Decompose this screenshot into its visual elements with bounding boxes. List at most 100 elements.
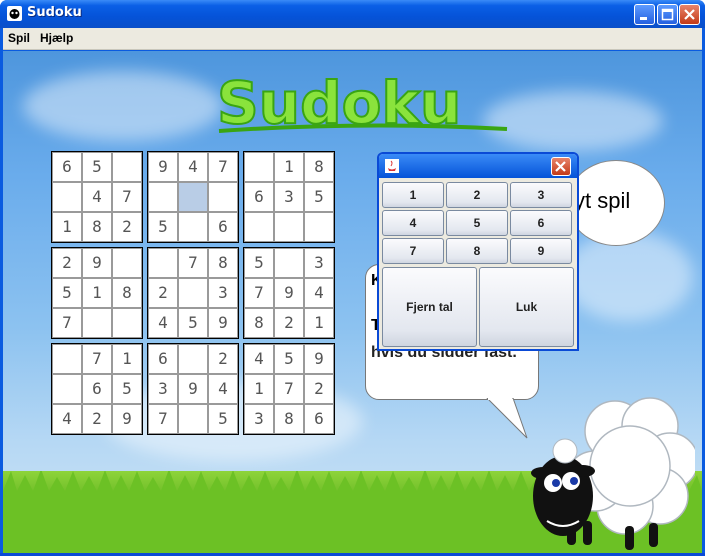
sudoku-cell[interactable]: 3 — [208, 278, 238, 308]
sudoku-cell[interactable] — [178, 404, 208, 434]
dialog-close-button[interactable] — [551, 157, 571, 176]
sudoku-cell[interactable]: 3 — [244, 404, 274, 434]
sudoku-cell[interactable]: 7 — [52, 308, 82, 338]
sudoku-cell[interactable] — [148, 182, 178, 212]
sudoku-cell[interactable]: 5 — [304, 182, 334, 212]
sudoku-cell[interactable]: 7 — [178, 248, 208, 278]
new-game-label[interactable]: yt spil — [574, 188, 630, 214]
sudoku-cell[interactable] — [52, 374, 82, 404]
sudoku-cell[interactable]: 5 — [208, 404, 238, 434]
sudoku-cell[interactable]: 5 — [274, 344, 304, 374]
sudoku-cell[interactable]: 1 — [82, 278, 112, 308]
number-button-5[interactable]: 5 — [446, 210, 508, 236]
sudoku-cell[interactable]: 7 — [82, 344, 112, 374]
sudoku-cell[interactable] — [178, 212, 208, 242]
sudoku-cell[interactable]: 1 — [112, 344, 142, 374]
sudoku-cell[interactable]: 5 — [148, 212, 178, 242]
sudoku-cell[interactable]: 6 — [82, 374, 112, 404]
sudoku-cell[interactable] — [304, 212, 334, 242]
remove-number-button[interactable]: Fjern tal — [382, 267, 477, 347]
sudoku-cell[interactable]: 4 — [244, 344, 274, 374]
sudoku-cell[interactable]: 5 — [82, 152, 112, 182]
sudoku-cell[interactable] — [178, 182, 208, 212]
sudoku-cell[interactable] — [112, 308, 142, 338]
sudoku-cell[interactable] — [244, 152, 274, 182]
sudoku-cell[interactable]: 6 — [244, 182, 274, 212]
number-button-2[interactable]: 2 — [446, 182, 508, 208]
minimize-button[interactable] — [634, 4, 655, 25]
sudoku-cell[interactable]: 6 — [148, 344, 178, 374]
sudoku-cell[interactable]: 2 — [82, 404, 112, 434]
sudoku-cell[interactable]: 4 — [304, 278, 334, 308]
sudoku-cell[interactable] — [148, 248, 178, 278]
number-button-1[interactable]: 1 — [382, 182, 444, 208]
number-button-3[interactable]: 3 — [510, 182, 572, 208]
number-button-8[interactable]: 8 — [446, 238, 508, 264]
sudoku-cell[interactable]: 2 — [304, 374, 334, 404]
dialog-title-bar[interactable] — [379, 154, 577, 178]
sudoku-cell[interactable]: 5 — [112, 374, 142, 404]
sudoku-cell[interactable] — [244, 212, 274, 242]
sudoku-cell[interactable]: 1 — [52, 212, 82, 242]
sudoku-cell[interactable]: 9 — [148, 152, 178, 182]
sudoku-cell[interactable]: 4 — [52, 404, 82, 434]
sudoku-cell[interactable]: 9 — [178, 374, 208, 404]
sudoku-cell[interactable]: 7 — [112, 182, 142, 212]
sudoku-cell[interactable] — [82, 308, 112, 338]
sudoku-cell[interactable]: 1 — [274, 152, 304, 182]
number-button-9[interactable]: 9 — [510, 238, 572, 264]
sudoku-cell[interactable]: 4 — [178, 152, 208, 182]
sudoku-cell[interactable] — [274, 212, 304, 242]
sheep-mascot[interactable] — [525, 371, 695, 551]
number-button-4[interactable]: 4 — [382, 210, 444, 236]
sudoku-cell[interactable]: 3 — [274, 182, 304, 212]
sudoku-cell[interactable] — [274, 248, 304, 278]
sudoku-cell[interactable]: 1 — [304, 308, 334, 338]
sudoku-cell[interactable]: 3 — [148, 374, 178, 404]
sudoku-cell[interactable] — [178, 344, 208, 374]
sudoku-cell[interactable]: 3 — [304, 248, 334, 278]
sudoku-cell[interactable]: 8 — [112, 278, 142, 308]
sudoku-cell[interactable]: 2 — [148, 278, 178, 308]
sudoku-cell[interactable]: 8 — [304, 152, 334, 182]
sudoku-cell[interactable]: 8 — [244, 308, 274, 338]
sudoku-cell[interactable]: 8 — [208, 248, 238, 278]
close-dialog-button[interactable]: Luk — [479, 267, 574, 347]
title-bar[interactable]: Sudoku — [0, 0, 705, 28]
number-button-6[interactable]: 6 — [510, 210, 572, 236]
sudoku-cell[interactable]: 2 — [112, 212, 142, 242]
sudoku-cell[interactable] — [52, 182, 82, 212]
sudoku-cell[interactable]: 9 — [112, 404, 142, 434]
maximize-button[interactable] — [657, 4, 678, 25]
sudoku-cell[interactable]: 9 — [82, 248, 112, 278]
menu-spil[interactable]: Spil — [8, 31, 30, 45]
sudoku-cell[interactable]: 4 — [148, 308, 178, 338]
sudoku-cell[interactable]: 7 — [244, 278, 274, 308]
sudoku-cell[interactable] — [52, 344, 82, 374]
close-button[interactable] — [679, 4, 700, 25]
sudoku-cell[interactable]: 9 — [208, 308, 238, 338]
sudoku-cell[interactable]: 4 — [208, 374, 238, 404]
number-button-7[interactable]: 7 — [382, 238, 444, 264]
sudoku-cell[interactable]: 9 — [304, 344, 334, 374]
sudoku-cell[interactable]: 4 — [82, 182, 112, 212]
sudoku-cell[interactable]: 5 — [244, 248, 274, 278]
sudoku-cell[interactable]: 5 — [178, 308, 208, 338]
sudoku-cell[interactable]: 6 — [52, 152, 82, 182]
sudoku-cell[interactable]: 6 — [304, 404, 334, 434]
sudoku-cell[interactable] — [112, 248, 142, 278]
sudoku-cell[interactable]: 8 — [274, 404, 304, 434]
sudoku-cell[interactable]: 2 — [52, 248, 82, 278]
sudoku-cell[interactable] — [208, 182, 238, 212]
sudoku-cell[interactable]: 7 — [148, 404, 178, 434]
sudoku-cell[interactable]: 8 — [82, 212, 112, 242]
sudoku-cell[interactable]: 5 — [52, 278, 82, 308]
sudoku-cell[interactable] — [112, 152, 142, 182]
sudoku-cell[interactable]: 7 — [208, 152, 238, 182]
sudoku-cell[interactable]: 7 — [274, 374, 304, 404]
menu-hjaelp[interactable]: Hjælp — [40, 31, 73, 45]
sudoku-cell[interactable]: 2 — [274, 308, 304, 338]
sudoku-cell[interactable]: 1 — [244, 374, 274, 404]
sudoku-cell[interactable]: 6 — [208, 212, 238, 242]
sudoku-cell[interactable]: 9 — [274, 278, 304, 308]
